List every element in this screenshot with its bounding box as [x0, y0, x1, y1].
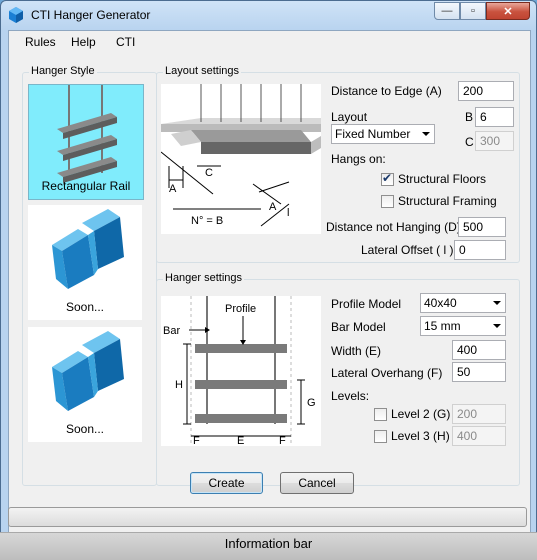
hanger-style-title: Hanger Style [29, 65, 97, 77]
structural-floors-checkbox[interactable] [381, 171, 394, 186]
window-controls: — ▫ ✕ [434, 2, 530, 20]
lateral-overhang-input[interactable] [452, 362, 506, 382]
b-input[interactable] [475, 107, 514, 127]
diagram-label-g: G [307, 397, 316, 409]
distance-edge-input[interactable] [458, 81, 514, 101]
distance-not-hanging-input[interactable] [458, 217, 506, 237]
structural-framing-checkbox[interactable] [381, 195, 394, 208]
level3-checkbox[interactable] [374, 430, 387, 443]
main-window: CTI Hanger Generator — ▫ ✕ Rules Help CT… [0, 0, 537, 560]
profile-model-value: 40x40 [424, 296, 457, 310]
lateral-overhang-label: Lateral Overhang (F) [331, 366, 443, 380]
rectangular-rail-icon [57, 85, 117, 183]
chevron-down-icon [493, 301, 501, 305]
tile-soon-2[interactable]: Soon... [28, 327, 142, 442]
diagram-label-nb: N° = B [191, 215, 223, 227]
close-icon: ✕ [503, 5, 513, 18]
client-area: Rules Help CTI Hanger Style Rectangular … [8, 30, 531, 555]
hangs-on-label: Hangs on: [331, 152, 386, 166]
tile-rectangular-rail[interactable]: Rectangular Rail [28, 84, 144, 200]
layout-label: Layout [331, 110, 368, 124]
bar-model-select[interactable]: 15 mm [420, 316, 506, 336]
layout-settings-title: Layout settings [163, 65, 241, 77]
soon-shape-icon [52, 331, 124, 411]
hanger-diagram: Bar Profile H G F E F [161, 296, 321, 447]
maximize-button[interactable]: ▫ [460, 2, 486, 20]
app-icon [9, 7, 23, 23]
width-input[interactable] [452, 340, 506, 360]
diagram-label-a1: A [169, 183, 177, 195]
tile-soon-1[interactable]: Soon... [28, 205, 142, 320]
diagram-label-f1: F [193, 435, 200, 446]
menu-help[interactable]: Help [71, 35, 96, 49]
tile-label-soon-1: Soon... [65, 300, 105, 314]
window-title: CTI Hanger Generator [31, 8, 151, 22]
bar-model-value: 15 mm [424, 319, 461, 333]
diagram-label-l: l [287, 207, 289, 219]
menu-cti[interactable]: CTI [116, 35, 135, 49]
distance-edge-label: Distance to Edge (A) [331, 84, 442, 98]
lateral-offset-label: Lateral Offset ( l ) [361, 243, 454, 257]
minimize-icon: — [441, 5, 453, 17]
profile-model-select[interactable]: 40x40 [420, 293, 506, 313]
cancel-button[interactable]: Cancel [280, 472, 354, 494]
close-button[interactable]: ✕ [486, 2, 530, 20]
diagram-label-c: C [205, 167, 213, 179]
maximize-icon: ▫ [471, 5, 475, 17]
tile-label-rectangular-rail: Rectangular Rail [41, 179, 131, 193]
bar-model-label: Bar Model [331, 320, 386, 334]
profile-model-label: Profile Model [331, 297, 402, 311]
information-bar: Information bar [0, 532, 537, 560]
b-label: B [465, 110, 474, 124]
menu-bar: Rules Help CTI [9, 31, 530, 53]
distance-not-hanging-label: Distance not Hanging (D) [326, 220, 461, 234]
width-label: Width (E) [331, 344, 382, 358]
soon-shape-icon [52, 209, 124, 289]
tile-label-soon-2: Soon... [65, 422, 105, 436]
levels-label: Levels: [331, 389, 370, 403]
level2-checkbox[interactable] [374, 408, 387, 421]
diagram-label-profile: Profile [225, 303, 256, 315]
layout-select-value: Fixed Number [335, 127, 411, 141]
level2-label: Level 2 (G) [391, 407, 451, 421]
minimize-button[interactable]: — [434, 2, 460, 20]
c-label: C [465, 135, 474, 149]
level3-input[interactable] [452, 426, 506, 446]
menu-rules[interactable]: Rules [25, 35, 56, 49]
diagram-label-a2: A [269, 201, 277, 213]
diagram-label-bar: Bar [163, 325, 180, 337]
diagram-label-e: E [237, 435, 244, 446]
chevron-down-icon [493, 324, 501, 328]
structural-floors-label: Structural Floors [398, 172, 487, 186]
layout-diagram: A C N° = B A l [160, 84, 321, 234]
hanger-settings-title: Hanger settings [163, 272, 245, 284]
level3-label: Level 3 (H) [391, 429, 450, 443]
hanger-diagram-graphic: Bar Profile H G F E F [163, 296, 316, 447]
chevron-down-icon [422, 132, 430, 136]
structural-framing-label: Structural Framing [398, 194, 497, 208]
progress-bar [8, 507, 527, 527]
level2-input[interactable] [452, 404, 506, 424]
diagram-label-f2: F [279, 435, 286, 446]
diagram-label-h: H [175, 379, 183, 391]
lateral-offset-input[interactable] [454, 240, 506, 260]
create-button[interactable]: Create [190, 472, 263, 494]
c-input[interactable] [475, 131, 514, 151]
layout-select[interactable]: Fixed Number [331, 124, 435, 144]
layout-diagram-graphic: A C N° = B A l [160, 84, 321, 227]
title-bar: CTI Hanger Generator — ▫ ✕ [1, 1, 536, 29]
